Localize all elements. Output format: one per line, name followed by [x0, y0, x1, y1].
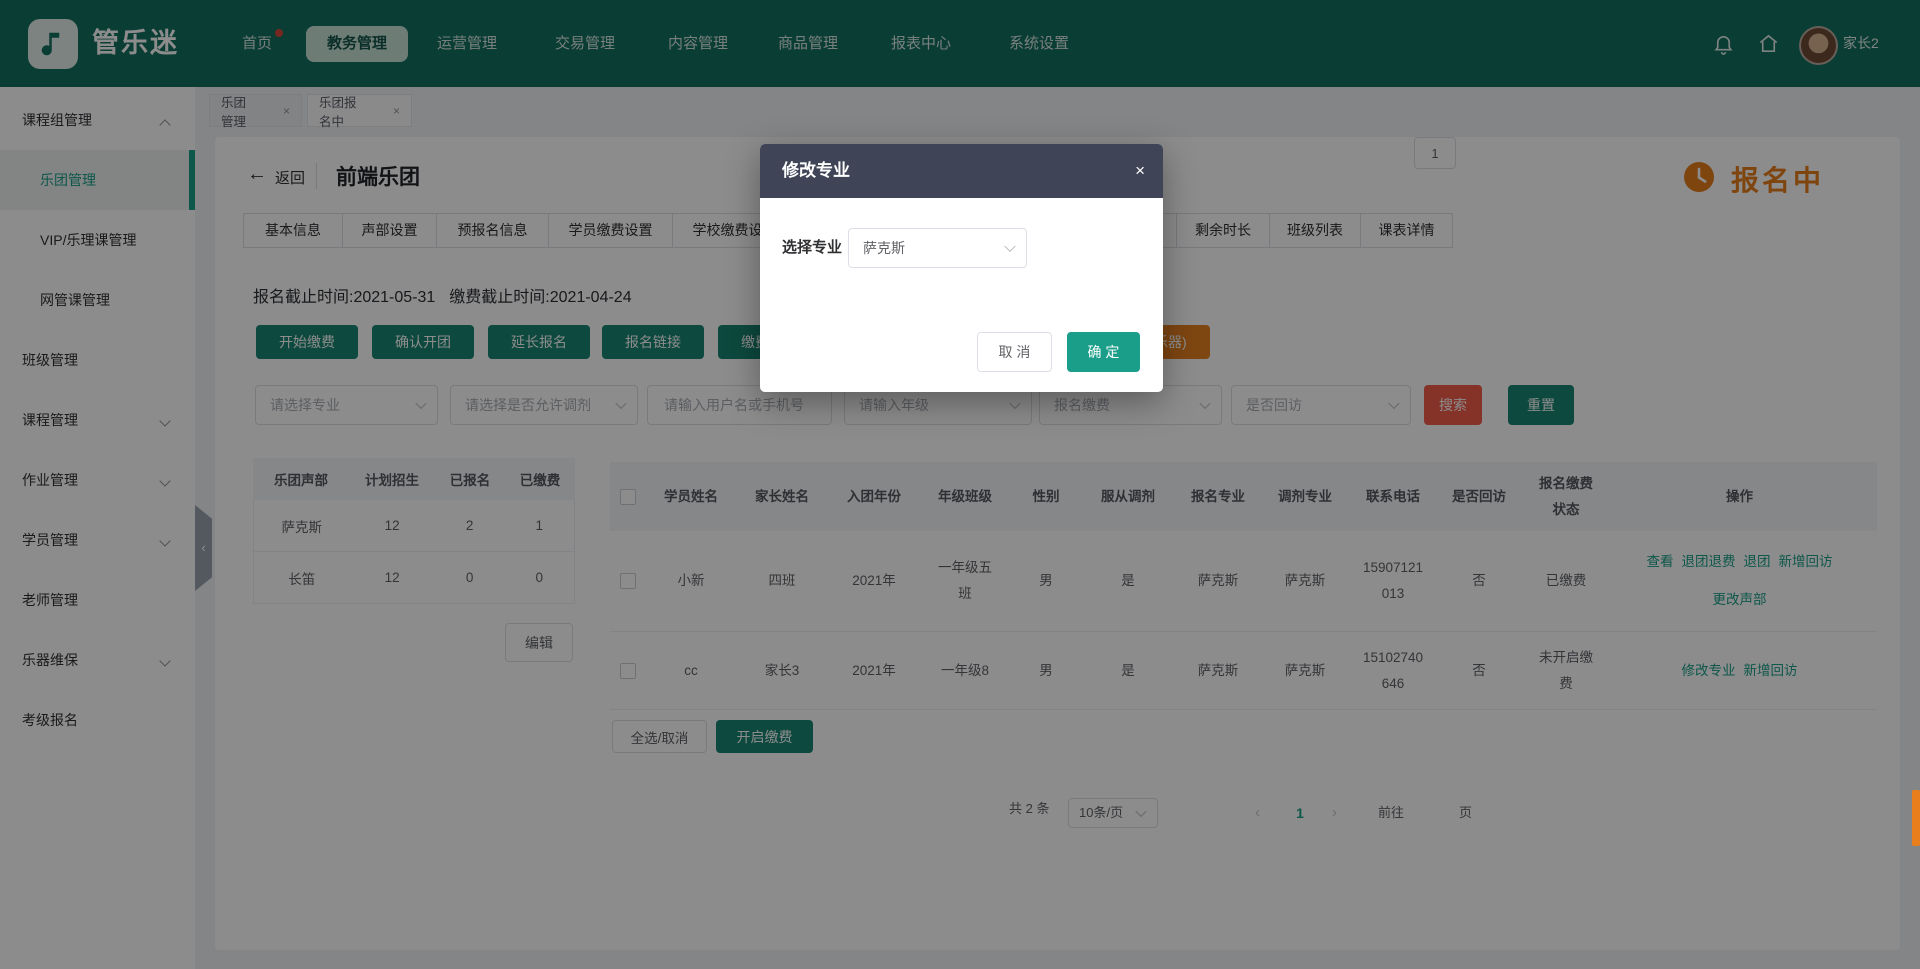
major-select-value: 萨克斯 [863, 240, 905, 256]
scrollbar-thumb[interactable] [1912, 790, 1920, 846]
chevron-down-icon [1004, 241, 1015, 252]
confirm-button[interactable]: 确 定 [1067, 332, 1140, 372]
major-select[interactable]: 萨克斯 [848, 228, 1027, 268]
dialog-title: 修改专业 [782, 144, 850, 198]
edit-major-dialog: 修改专业 × 选择专业 萨克斯 取 消 确 定 [760, 144, 1163, 392]
cancel-button[interactable]: 取 消 [977, 332, 1052, 372]
dialog-header: 修改专业 × [760, 144, 1163, 198]
major-field-label: 选择专业 [782, 228, 842, 268]
close-icon[interactable]: × [1135, 144, 1145, 198]
